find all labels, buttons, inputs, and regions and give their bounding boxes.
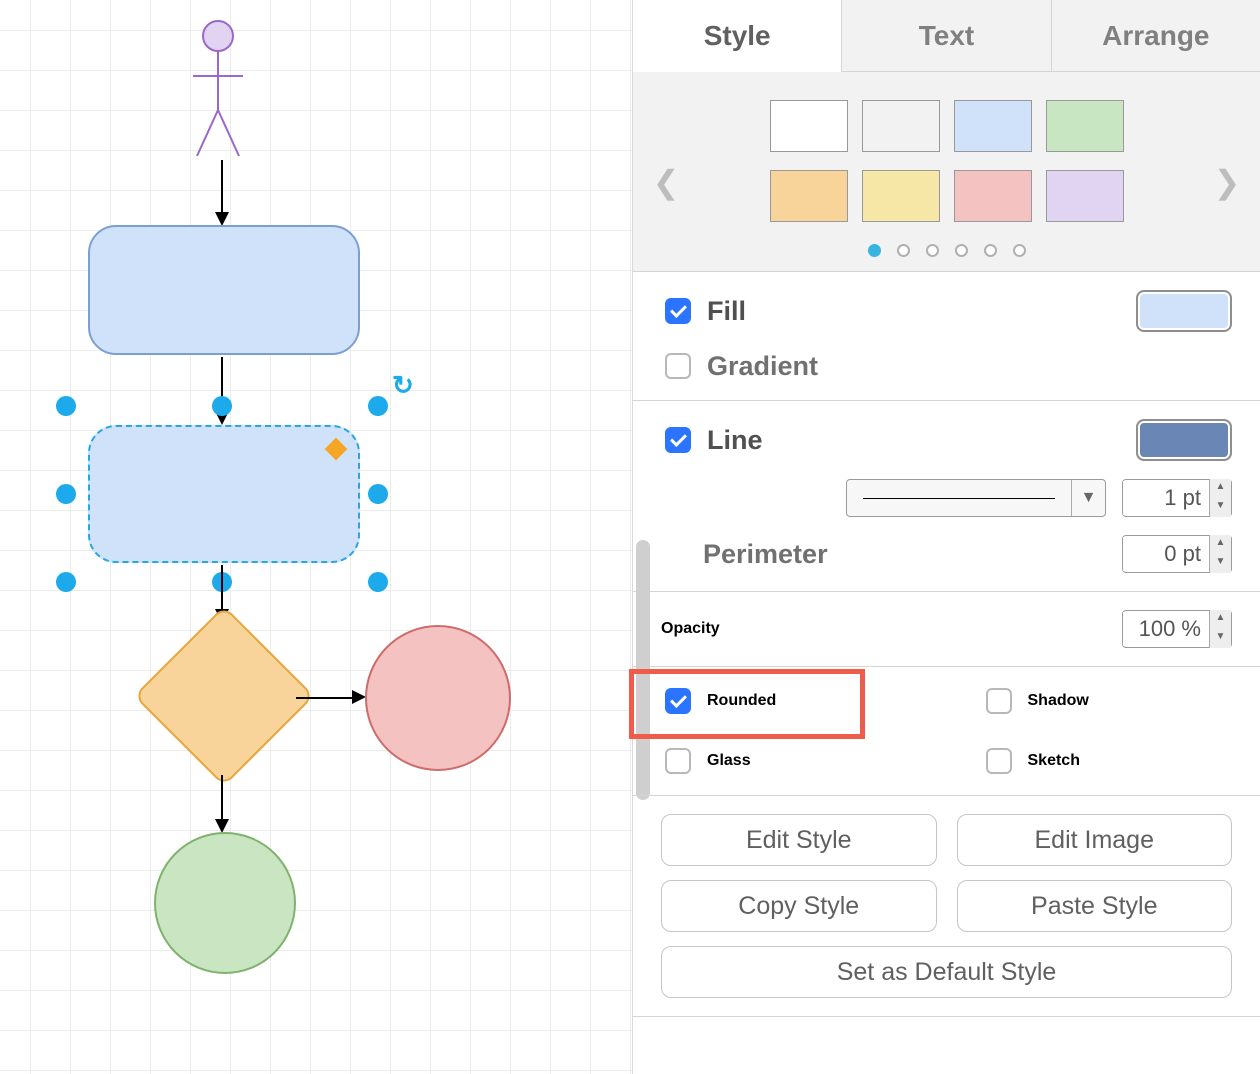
connector[interactable] — [296, 697, 352, 699]
resize-handle[interactable] — [212, 396, 232, 416]
palette-page-dot[interactable] — [1013, 244, 1026, 257]
connector[interactable] — [221, 565, 223, 609]
arrowhead-icon — [215, 819, 229, 833]
opacity-input[interactable] — [1123, 612, 1209, 646]
format-tabs: Style Text Arrange — [633, 0, 1260, 72]
tab-text[interactable]: Text — [842, 0, 1051, 71]
resize-handle[interactable] — [368, 572, 388, 592]
stepper-up-icon[interactable]: ▲ — [1210, 535, 1231, 554]
rotate-handle-icon[interactable]: ↻ — [392, 370, 414, 401]
action-buttons: Edit Style Edit Image Copy Style Paste S… — [633, 796, 1260, 1017]
perimeter-input[interactable] — [1123, 537, 1209, 571]
line-section: Line ▼ ▲▼ Perimeter ▲▼ — [633, 401, 1260, 592]
palette-swatch[interactable] — [862, 170, 940, 222]
sketch-label: Sketch — [1028, 752, 1080, 770]
glass-checkbox[interactable] — [665, 748, 691, 774]
palette-prev-icon[interactable]: ❮ — [651, 157, 681, 207]
palette-swatch[interactable] — [1046, 100, 1124, 152]
line-style-preview — [863, 498, 1055, 499]
glass-label: Glass — [707, 752, 751, 770]
palette-swatch[interactable] — [1046, 170, 1124, 222]
drawing-canvas[interactable]: ↻ — [0, 0, 632, 1074]
style-palette: ❮ ❯ — [633, 72, 1260, 272]
flow-process-2-selected[interactable] — [88, 425, 360, 563]
arrowhead-icon — [215, 212, 229, 226]
connector[interactable] — [221, 160, 223, 212]
arrowhead-icon — [352, 690, 366, 704]
actor-shape[interactable] — [193, 18, 243, 158]
fill-color-well[interactable] — [1136, 290, 1232, 332]
palette-swatch[interactable] — [954, 170, 1032, 222]
resize-handle[interactable] — [368, 396, 388, 416]
edit-style-button[interactable]: Edit Style — [661, 814, 937, 866]
palette-swatch[interactable] — [770, 170, 848, 222]
palette-swatch[interactable] — [862, 100, 940, 152]
palette-swatch[interactable] — [954, 100, 1032, 152]
perimeter-stepper[interactable]: ▲▼ — [1122, 535, 1232, 573]
palette-page-dot[interactable] — [955, 244, 968, 257]
paste-style-button[interactable]: Paste Style — [957, 880, 1233, 932]
stepper-down-icon[interactable]: ▼ — [1210, 498, 1231, 517]
set-default-style-button[interactable]: Set as Default Style — [661, 946, 1232, 998]
rounded-label: Rounded — [707, 692, 776, 710]
fill-section: Fill Gradient — [633, 272, 1260, 401]
line-checkbox[interactable] — [665, 427, 691, 453]
rounded-checkbox[interactable] — [665, 688, 691, 714]
diamond-indicator-icon — [325, 438, 348, 461]
opacity-stepper[interactable]: ▲▼ — [1122, 610, 1232, 648]
palette-swatch[interactable] — [770, 100, 848, 152]
resize-handle[interactable] — [56, 484, 76, 504]
sketch-checkbox[interactable] — [986, 748, 1012, 774]
opacity-section: Opacity ▲▼ — [633, 592, 1260, 667]
flow-process-1[interactable] — [88, 225, 360, 355]
stepper-up-icon[interactable]: ▲ — [1210, 610, 1231, 629]
dropdown-icon: ▼ — [1071, 480, 1105, 516]
resize-handle[interactable] — [368, 484, 388, 504]
format-panel: Style Text Arrange ❮ ❯ Fill — [632, 0, 1260, 1074]
line-color-well[interactable] — [1136, 419, 1232, 461]
flow-terminal-green[interactable] — [154, 832, 296, 974]
opacity-label: Opacity — [661, 620, 720, 638]
palette-page-dot[interactable] — [897, 244, 910, 257]
stepper-down-icon[interactable]: ▼ — [1210, 629, 1231, 648]
shadow-checkbox[interactable] — [986, 688, 1012, 714]
line-label: Line — [707, 425, 763, 456]
tab-style[interactable]: Style — [633, 0, 842, 72]
app-frame: ↻ Style Text Arrange ❮ ❯ — [0, 0, 1260, 1074]
fill-checkbox[interactable] — [665, 298, 691, 324]
palette-swatches — [770, 100, 1124, 222]
flow-terminal-red[interactable] — [365, 625, 511, 771]
resize-handle[interactable] — [56, 572, 76, 592]
flags-section: Rounded Shadow Glass Sketch — [633, 667, 1260, 796]
gradient-checkbox[interactable] — [665, 353, 691, 379]
line-style-select[interactable]: ▼ — [846, 479, 1106, 517]
resize-handle[interactable] — [56, 396, 76, 416]
shadow-label: Shadow — [1028, 692, 1089, 710]
perimeter-label: Perimeter — [703, 539, 828, 570]
palette-page-dot[interactable] — [868, 244, 881, 257]
edit-image-button[interactable]: Edit Image — [957, 814, 1233, 866]
tab-arrange[interactable]: Arrange — [1052, 0, 1260, 71]
palette-page-dot[interactable] — [984, 244, 997, 257]
copy-style-button[interactable]: Copy Style — [661, 880, 937, 932]
palette-next-icon[interactable]: ❯ — [1212, 157, 1242, 207]
palette-page-dot[interactable] — [926, 244, 939, 257]
fill-label: Fill — [707, 296, 746, 327]
line-width-input[interactable] — [1123, 481, 1209, 515]
stepper-down-icon[interactable]: ▼ — [1210, 554, 1231, 573]
line-width-stepper[interactable]: ▲▼ — [1122, 479, 1232, 517]
palette-pagination — [868, 244, 1026, 257]
gradient-label: Gradient — [707, 351, 818, 382]
connector[interactable] — [221, 775, 223, 819]
stepper-up-icon[interactable]: ▲ — [1210, 479, 1231, 498]
